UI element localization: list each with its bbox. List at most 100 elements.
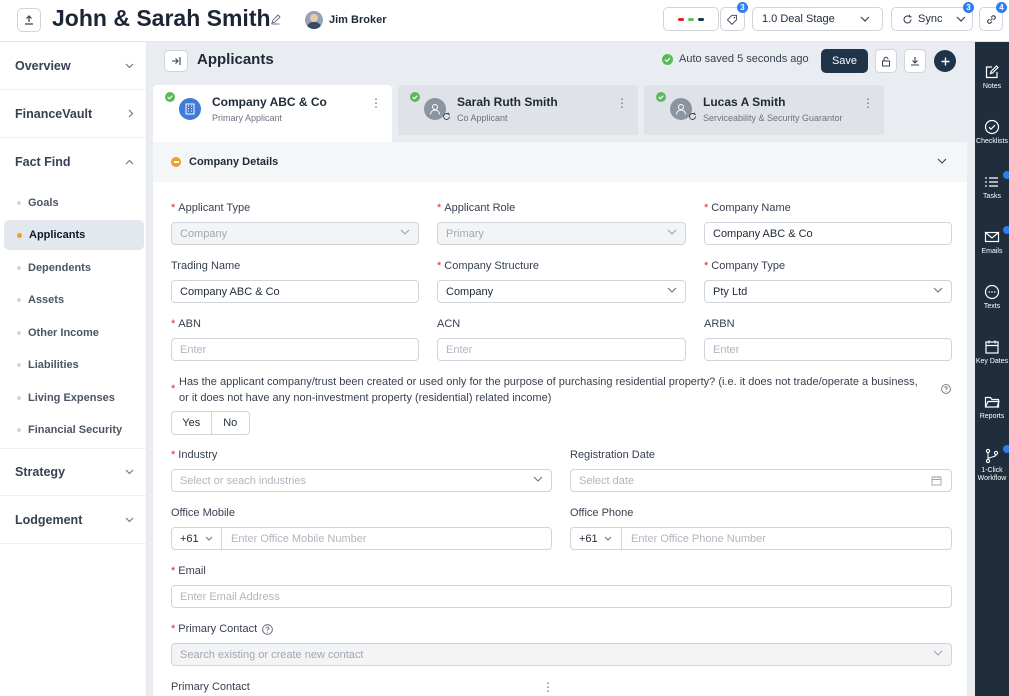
applicant-role-select[interactable]: Primary	[437, 222, 686, 245]
rail-reports[interactable]: Reports	[975, 394, 1009, 420]
company-avatar	[179, 98, 201, 120]
rail-label: Texts	[983, 303, 1001, 310]
applicant-tab-lucas[interactable]: Lucas A Smith Serviceability & Security …	[644, 85, 884, 135]
nav-item-label: Goals	[28, 197, 59, 209]
nav-item-label: Dependents	[28, 262, 91, 274]
kebab-icon[interactable]: ⋮	[862, 97, 874, 109]
check-circle-icon	[410, 92, 420, 102]
company-details-panel: Company Details * Applicant Type Company …	[153, 142, 967, 696]
abn-input[interactable]: Enter	[171, 338, 419, 361]
company-structure-select[interactable]: Company	[437, 280, 686, 303]
trading-name-input[interactable]: Company ABC & Co	[171, 280, 419, 303]
nav-item-other-income[interactable]: Other Income	[4, 318, 144, 348]
broker[interactable]: Jim Broker	[305, 11, 386, 29]
kebab-icon[interactable]: ⋮	[542, 680, 554, 694]
nav-item-label: Living Expenses	[28, 392, 115, 404]
right-rail: Notes Checklists Tasks Emails Texts Key …	[975, 42, 1009, 696]
rail-notes[interactable]: Notes	[975, 64, 1009, 90]
registration-date-label: Registration Date	[570, 449, 655, 461]
country-code-select[interactable]: +61	[571, 528, 622, 549]
company-structure-label: * Company Structure	[437, 260, 540, 272]
collapse-sidebar-button[interactable]	[164, 50, 188, 72]
upload-icon	[25, 15, 33, 25]
rail-checklists[interactable]: Checklists	[975, 119, 1009, 145]
applicant-tab-sarah[interactable]: Sarah Ruth Smith Co Applicant ⋮	[398, 85, 638, 135]
yes-no-toggle: Yes No	[171, 411, 250, 435]
download-button[interactable]	[904, 49, 926, 73]
country-code-select[interactable]: +61	[172, 528, 222, 549]
check-circle-icon	[984, 119, 1000, 135]
kebab-icon[interactable]: ⋮	[616, 97, 628, 109]
sync-icon	[443, 112, 450, 120]
primary-contact-label: * Primary Contact	[171, 623, 273, 635]
help-icon[interactable]	[941, 384, 951, 394]
arbn-input[interactable]: Enter	[704, 338, 952, 361]
status-indicator[interactable]	[663, 7, 719, 31]
industry-label: * Industry	[171, 449, 218, 461]
applicant-tab-company[interactable]: Company ABC & Co Primary Applicant ⋮	[153, 85, 392, 142]
nav-fact-find[interactable]: Fact Find	[0, 138, 146, 186]
nav-item-living-expenses[interactable]: Living Expenses	[4, 383, 144, 413]
section-header[interactable]: Company Details	[153, 142, 967, 182]
nav-item-liabilities[interactable]: Liabilities	[4, 350, 144, 380]
applicant-name: Company ABC & Co	[212, 95, 327, 109]
building-icon	[185, 103, 195, 115]
company-name-input[interactable]: Company ABC & Co	[704, 222, 952, 245]
email-input[interactable]: Enter Email Address	[171, 585, 952, 608]
mail-icon	[984, 231, 1000, 243]
bullet	[17, 298, 21, 302]
applicant-role: Primary Applicant	[212, 113, 283, 123]
office-phone-input[interactable]: Enter Office Phone Number	[631, 533, 766, 545]
deal-stage-select[interactable]: 1.0 Deal Stage	[752, 7, 883, 31]
nav-financevault[interactable]: FinanceVault	[0, 90, 146, 138]
rail-key-dates[interactable]: Key Dates	[975, 339, 1009, 365]
save-button[interactable]: Save	[821, 49, 868, 73]
nav-item-applicants[interactable]: Applicants	[4, 220, 144, 250]
office-mobile-input[interactable]: Enter Office Mobile Number	[231, 533, 367, 545]
notes-attach-button[interactable]: 3	[720, 2, 748, 31]
email-placeholder: Enter Email Address	[180, 590, 280, 603]
sync-icon	[903, 14, 912, 23]
industry-placeholder: Select or seach industries	[180, 474, 306, 487]
company-type-label: * Company Type	[704, 260, 786, 272]
nav-item-goals[interactable]: Goals	[4, 188, 144, 218]
nav-overview[interactable]: Overview	[0, 42, 146, 90]
lock-icon	[882, 56, 890, 66]
lock-button[interactable]	[875, 49, 897, 73]
abn-label: * ABN	[171, 318, 201, 330]
rail-label: Reports	[979, 413, 1005, 420]
primary-contact-placeholder: Search existing or create new contact	[180, 648, 364, 661]
no-button[interactable]: No	[212, 412, 250, 434]
add-applicant-button[interactable]	[934, 50, 956, 72]
rail-emails[interactable]: Emails	[975, 225, 1009, 255]
nav-item-financial-security[interactable]: Financial Security	[4, 415, 144, 445]
nav-item-label: Liabilities	[28, 359, 79, 371]
rail-tasks[interactable]: Tasks	[975, 170, 1009, 200]
links-button[interactable]: 4	[979, 2, 1007, 31]
acn-input[interactable]: Enter	[437, 338, 686, 361]
registration-date-input[interactable]: Select date	[570, 469, 952, 492]
company-type-select[interactable]: Pty Ltd	[704, 280, 952, 303]
applicant-role: Co Applicant	[457, 113, 508, 123]
back-button[interactable]	[17, 8, 41, 32]
main-content: Applicants Auto saved 5 seconds ago Save…	[147, 42, 975, 696]
edit-title-icon[interactable]	[270, 14, 281, 25]
nav-strategy[interactable]: Strategy	[0, 448, 146, 496]
rail-workflow[interactable]: 1-Click Workflow	[975, 444, 1009, 482]
nav-item-assets[interactable]: Assets	[4, 285, 144, 315]
broker-name: Jim Broker	[329, 14, 387, 26]
sync-button[interactable]: Sync 3	[891, 2, 974, 31]
company-structure-value: Company	[446, 285, 494, 298]
industry-select[interactable]: Select or seach industries	[171, 469, 552, 492]
nav-item-label: Other Income	[28, 327, 99, 339]
bullet	[17, 266, 21, 270]
kebab-icon[interactable]: ⋮	[370, 97, 382, 109]
primary-contact-select[interactable]: Search existing or create new contact	[171, 643, 952, 666]
applicant-type-select[interactable]: Company	[171, 222, 419, 245]
yes-button[interactable]: Yes	[172, 412, 212, 434]
nav-item-dependents[interactable]: Dependents	[4, 253, 144, 283]
nav-lodgement[interactable]: Lodgement	[0, 496, 146, 544]
chevron-down-icon	[956, 16, 966, 22]
help-icon[interactable]	[262, 623, 273, 635]
rail-texts[interactable]: Texts	[975, 284, 1009, 310]
